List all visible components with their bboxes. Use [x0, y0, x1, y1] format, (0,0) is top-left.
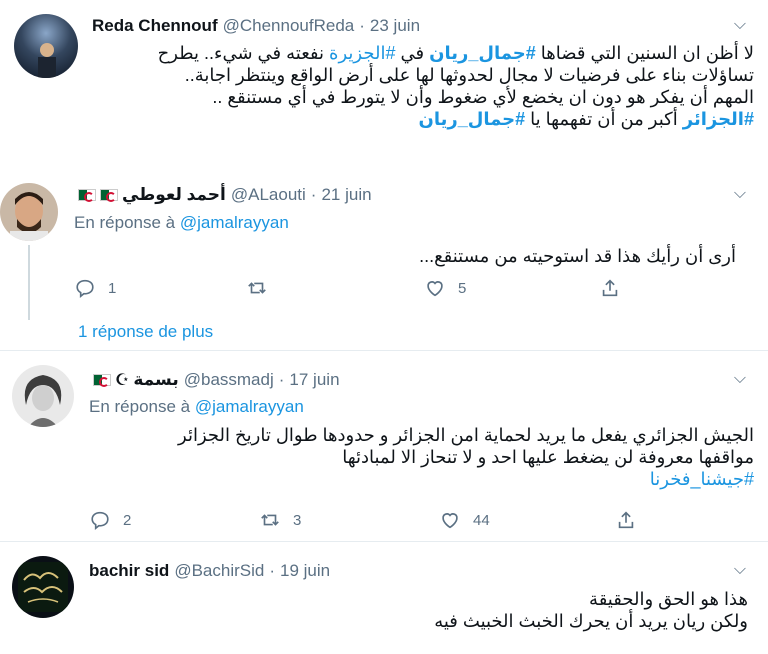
avatar[interactable]	[0, 183, 58, 241]
reply-icon	[91, 511, 109, 530]
like-count: 44	[473, 511, 490, 529]
share-button[interactable]	[599, 277, 621, 299]
reply-icon	[76, 279, 94, 298]
algeria-flag-icon	[93, 374, 111, 387]
tweet-header: ☪ بسمة @bassmadj · 17 juin	[89, 370, 340, 390]
text-line: ولكن ريان يريد أن يحرك الخبث الخبيث فيه	[434, 611, 748, 631]
text-line: #الجزائر أكبر من أن تفهمها يا #جمال_ريان	[418, 109, 754, 129]
text-line: تساؤلات بناء على فرضيات لا مجال لحدوثها …	[184, 65, 754, 85]
reply-button[interactable]: 1	[74, 277, 116, 299]
like-count: 5	[458, 279, 467, 297]
tweet-date[interactable]: 19 juin	[280, 561, 330, 581]
reply-context: En réponse à @jamalrayyan	[74, 213, 289, 232]
hashtag-link[interactable]: #جمال_ريان	[418, 109, 525, 129]
text-line: الجيش الجزائري يفعل ما يريد لحماية امن ا…	[178, 425, 754, 445]
thread-connector	[28, 245, 30, 320]
retweet-icon	[261, 514, 279, 526]
heart-icon	[442, 513, 458, 529]
show-more-replies-link[interactable]: 1 réponse de plus	[78, 322, 213, 342]
avatar[interactable]	[12, 365, 74, 427]
reply-context: En réponse à @jamalrayyan	[89, 397, 304, 416]
like-button[interactable]: 5	[424, 277, 466, 299]
mention-link[interactable]: @jamalrayyan	[195, 397, 304, 416]
text-line: مواقفها معروفة لن يضغط عليها احد و لا تن…	[342, 447, 754, 467]
user-handle[interactable]: @ALaouti	[231, 185, 306, 205]
text-line: لا أظن ان السنين التي قضاها #جمال_ريان ف…	[157, 43, 754, 63]
user-handle[interactable]: @ChennoufReda	[223, 16, 355, 36]
tweet-header: أحمد لعوطي @ALaouti · 21 juin	[74, 185, 372, 205]
retweet-button[interactable]	[246, 277, 268, 299]
tweet-date[interactable]: 23 juin	[370, 16, 420, 36]
algeria-flag-icon	[78, 189, 96, 202]
display-name[interactable]: Reda Chennouf	[92, 16, 218, 36]
star-crescent-icon: ☪	[115, 372, 130, 389]
tweet-header: bachir sid @BachirSid · 19 juin	[89, 561, 331, 581]
chevron-down-icon[interactable]: ⌵	[734, 561, 746, 579]
text-line: المهم أن يفكر هو دون ان يخضع لأي ضغوط وأ…	[212, 87, 754, 107]
text-line: هذا هو الحق والحقيقة	[589, 589, 748, 609]
reply-button[interactable]: 2	[89, 509, 131, 531]
like-button[interactable]: 44	[439, 509, 490, 531]
display-name[interactable]: bachir sid	[89, 561, 169, 581]
share-button[interactable]	[615, 509, 637, 531]
chevron-down-icon[interactable]: ⌵	[734, 16, 746, 34]
tweet-actions: 1 5	[74, 277, 634, 301]
tweet-text: الجيش الجزائري يفعل ما يريد لحماية امن ا…	[94, 424, 754, 490]
display-name[interactable]: بسمة	[133, 370, 178, 390]
chevron-down-icon[interactable]: ⌵	[734, 185, 746, 203]
algeria-flag-icon	[100, 189, 118, 202]
text-line: أرى أن رأيك هذا قد استوحيته من مستنقع...	[419, 246, 736, 266]
tweet-header: Reda Chennouf @ChennoufReda · 23 juin	[92, 16, 421, 36]
user-handle[interactable]: @bassmadj	[184, 370, 274, 390]
hashtag-link[interactable]: #الجزيرة	[329, 43, 395, 63]
tweet-2[interactable]: أحمد لعوطي @ALaouti · 21 juin ⌵ En répon…	[0, 165, 768, 305]
retweet-icon	[248, 282, 266, 294]
share-icon	[618, 511, 634, 529]
retweet-count: 3	[293, 511, 302, 529]
hashtag-link[interactable]: #جيشنا_فخرنا	[650, 468, 754, 490]
hashtag-link[interactable]: #الجزائر	[683, 109, 754, 129]
share-icon	[602, 279, 618, 297]
tweet-actions: 2 3 44	[89, 509, 649, 533]
avatar[interactable]	[14, 14, 78, 78]
chevron-down-icon[interactable]: ⌵	[734, 370, 746, 388]
reply-count: 2	[123, 511, 132, 529]
reply-count: 1	[108, 279, 117, 297]
tweet-1[interactable]: Reda Chennouf @ChennoufReda · 23 juin ⌵ …	[0, 0, 768, 165]
retweet-button[interactable]: 3	[259, 509, 301, 531]
tweet-date[interactable]: 21 juin	[321, 185, 371, 205]
avatar[interactable]	[12, 556, 74, 618]
hashtag-link[interactable]: #جمال_ريان	[429, 43, 536, 63]
tweet-text: لا أظن ان السنين التي قضاها #جمال_ريان ف…	[94, 42, 754, 130]
heart-icon	[427, 281, 443, 297]
tweet-text: هذا هو الحق والحقيقة ولكن ريان يريد أن ي…	[88, 588, 748, 632]
display-name[interactable]: أحمد لعوطي	[122, 185, 226, 205]
tweet-4[interactable]: bachir sid @BachirSid · 19 juin ⌵ هذا هو…	[0, 542, 768, 654]
user-handle[interactable]: @BachirSid	[174, 561, 264, 581]
tweet-text: أرى أن رأيك هذا قد استوحيته من مستنقع...	[76, 245, 736, 267]
mention-link[interactable]: @jamalrayyan	[180, 213, 289, 232]
tweet-3[interactable]: ☪ بسمة @bassmadj · 17 juin ⌵ En réponse …	[0, 351, 768, 541]
tweet-date[interactable]: 17 juin	[289, 370, 339, 390]
